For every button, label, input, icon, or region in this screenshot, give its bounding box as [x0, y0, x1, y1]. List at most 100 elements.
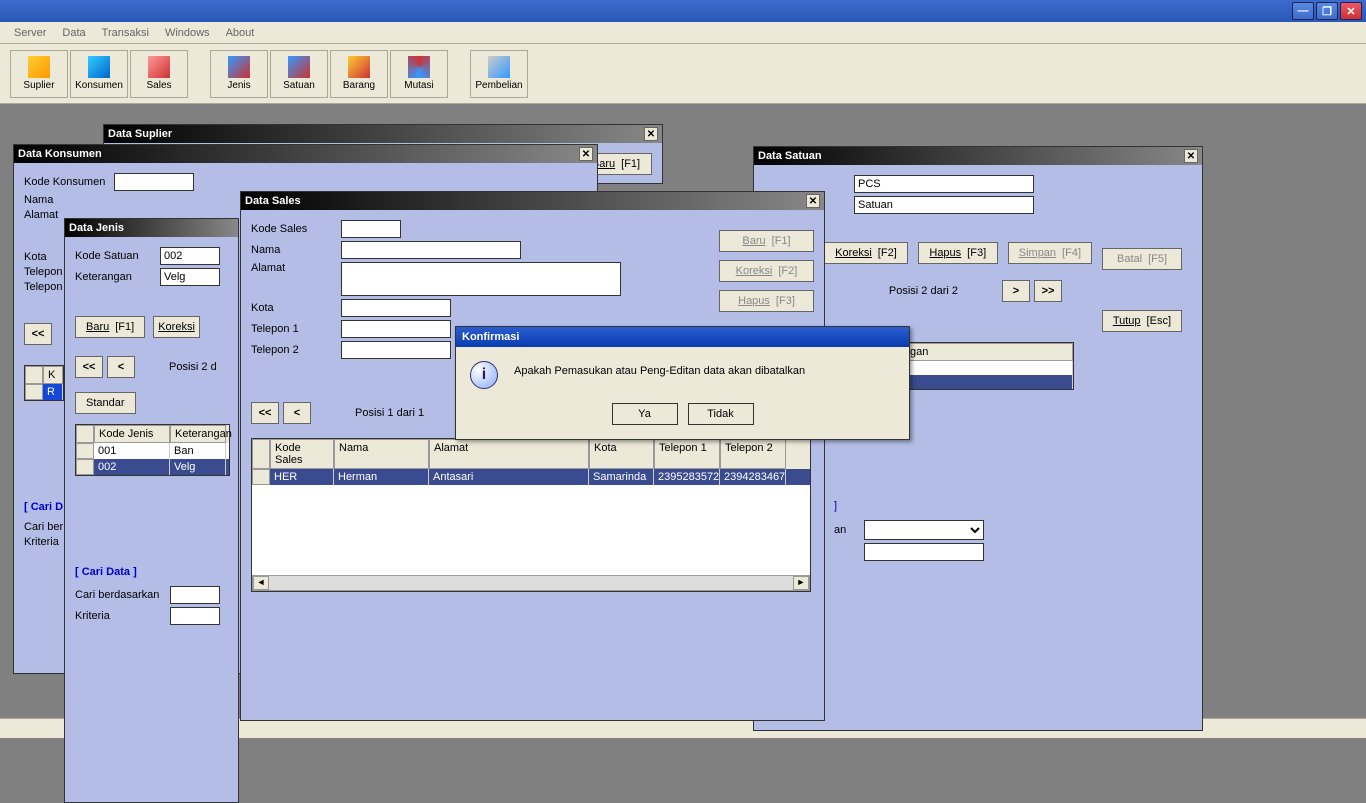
keterangan-input[interactable] — [854, 196, 1034, 214]
col-k: K — [43, 366, 63, 384]
tidak-button[interactable]: Tidak — [688, 403, 754, 425]
info-icon: i — [470, 361, 498, 389]
horizontal-scrollbar[interactable]: ◄ ► — [252, 575, 810, 591]
baru-button[interactable]: Baru[F1] — [719, 230, 814, 252]
tel1-input[interactable] — [341, 320, 451, 338]
nav-prev[interactable]: < — [107, 356, 135, 378]
nav-first[interactable]: << — [251, 402, 279, 424]
hapus-button[interactable]: Hapus[F3] — [918, 242, 998, 264]
col-alamat: Alamat — [429, 439, 589, 469]
tool-satuan[interactable]: Satuan — [270, 50, 328, 98]
tool-konsumen[interactable]: Konsumen — [70, 50, 128, 98]
close-app-button[interactable]: ✕ — [1340, 2, 1362, 20]
jenis-icon — [228, 56, 250, 78]
koreksi-button[interactable]: Koreksi[F2] — [824, 242, 908, 264]
close-icon[interactable]: ✕ — [1184, 149, 1198, 163]
standar-button[interactable]: Standar — [75, 392, 136, 414]
suplier-icon — [28, 56, 50, 78]
tool-pembelian[interactable]: Pembelian — [470, 50, 528, 98]
tool-barang[interactable]: Barang — [330, 50, 388, 98]
window-title: Data Satuan — [758, 150, 822, 162]
keterangan-label: Keterangan — [75, 271, 160, 283]
tel2-input[interactable] — [341, 341, 451, 359]
window-data-sales: Data Sales ✕ Kode Sales Nama Alamat Kota… — [240, 191, 825, 721]
kode-sales-input[interactable] — [341, 220, 401, 238]
close-icon[interactable]: ✕ — [806, 194, 820, 208]
koreksi-button[interactable]: Koreksi[F2] — [719, 260, 814, 282]
simpan-button[interactable]: Simpan[F4] — [1008, 242, 1092, 264]
col-fragment: gan — [905, 343, 1073, 361]
cari-berdasarkan-input[interactable] — [170, 586, 220, 604]
position-text: Posisi 2 dari 2 — [889, 285, 958, 297]
col-kode-jenis: Kode Jenis — [94, 425, 170, 443]
nav-first[interactable]: << — [75, 356, 103, 378]
col-keterangan: Keterangan — [170, 425, 226, 443]
kriteria-input[interactable] — [170, 607, 220, 625]
kode-konsumen-label: Kode Konsumen — [24, 176, 114, 188]
restore-button[interactable]: ❐ — [1316, 2, 1338, 20]
alamat-label: Alamat — [251, 262, 341, 274]
close-icon[interactable]: ✕ — [579, 147, 593, 161]
dialog-message: Apakah Pemasukan atau Peng-Editan data a… — [514, 361, 805, 377]
col-tel1: Telepon 1 — [654, 439, 720, 469]
position-text: Posisi 2 d — [169, 361, 217, 373]
kode-satuan-input[interactable] — [160, 247, 220, 265]
menu-server[interactable]: Server — [6, 25, 54, 41]
konsumen-icon — [88, 56, 110, 78]
alamat-input[interactable] — [341, 262, 621, 296]
table-row[interactable]: HER Herman Antasari Samarinda 2395283572… — [252, 469, 810, 485]
tool-jenis[interactable]: Jenis — [210, 50, 268, 98]
col-kode-sales: Kode Sales — [270, 439, 334, 469]
window-title: Data Sales — [245, 195, 301, 207]
nav-prev[interactable]: < — [283, 402, 311, 424]
menu-transaksi[interactable]: Transaksi — [94, 25, 157, 41]
kode-satuan-label: Kode Satuan — [75, 250, 160, 262]
koreksi-button[interactable]: Koreksi — [153, 316, 200, 338]
bracket-label: ] — [834, 500, 1192, 512]
menubar: Server Data Transaksi Windows About — [0, 22, 1366, 44]
kode-konsumen-input[interactable] — [114, 173, 194, 191]
ya-button[interactable]: Ya — [612, 403, 678, 425]
kode-input[interactable] — [854, 175, 1034, 193]
nama-input[interactable] — [341, 241, 521, 259]
table-row[interactable]: 001 Ban — [76, 443, 229, 459]
filter-input[interactable] — [864, 543, 984, 561]
tool-suplier[interactable]: Suplier — [10, 50, 68, 98]
tool-sales[interactable]: Sales — [130, 50, 188, 98]
minimize-button[interactable]: — — [1292, 2, 1314, 20]
table-row[interactable]: 002 Velg — [76, 459, 229, 475]
scroll-left-icon[interactable]: ◄ — [253, 576, 269, 590]
filter-select[interactable] — [864, 520, 984, 540]
barang-icon — [348, 56, 370, 78]
satuan-icon — [288, 56, 310, 78]
baru-button[interactable]: Baru[F1] — [75, 316, 145, 338]
col-nama: Nama — [334, 439, 429, 469]
window-title: Data Suplier — [108, 128, 172, 140]
window-title: Data Jenis — [69, 222, 124, 234]
window-title: Data Konsumen — [18, 148, 102, 160]
position-text: Posisi 1 dari 1 — [355, 407, 424, 419]
tool-mutasi[interactable]: Mutasi — [390, 50, 448, 98]
kriteria-label: Kriteria — [75, 610, 170, 622]
nav-first[interactable]: << — [24, 323, 52, 345]
sales-icon — [148, 56, 170, 78]
mdi-area: Data Suplier ✕ Baru[F1] Data Konsumen ✕ … — [0, 104, 1366, 718]
menu-windows[interactable]: Windows — [157, 25, 218, 41]
batal-button[interactable]: Batal[F5] — [1102, 248, 1182, 270]
tutup-button[interactable]: Tutup[Esc] — [1102, 310, 1182, 332]
pembelian-icon — [488, 56, 510, 78]
hapus-button[interactable]: Hapus[F3] — [719, 290, 814, 312]
nav-last[interactable]: >> — [1034, 280, 1062, 302]
nav-next[interactable]: > — [1002, 280, 1030, 302]
scroll-right-icon[interactable]: ► — [793, 576, 809, 590]
menu-data[interactable]: Data — [54, 25, 93, 41]
mutasi-icon — [408, 56, 430, 78]
kota-input[interactable] — [341, 299, 451, 317]
cari-data-label: [ Cari Data ] — [75, 566, 228, 578]
keterangan-input[interactable] — [160, 268, 220, 286]
col-tel2: Telepon 2 — [720, 439, 786, 469]
app-titlebar: — ❐ ✕ — [0, 0, 1366, 22]
menu-about[interactable]: About — [218, 25, 263, 41]
close-icon[interactable]: ✕ — [644, 127, 658, 141]
dialog-title: Konfirmasi — [462, 331, 519, 343]
